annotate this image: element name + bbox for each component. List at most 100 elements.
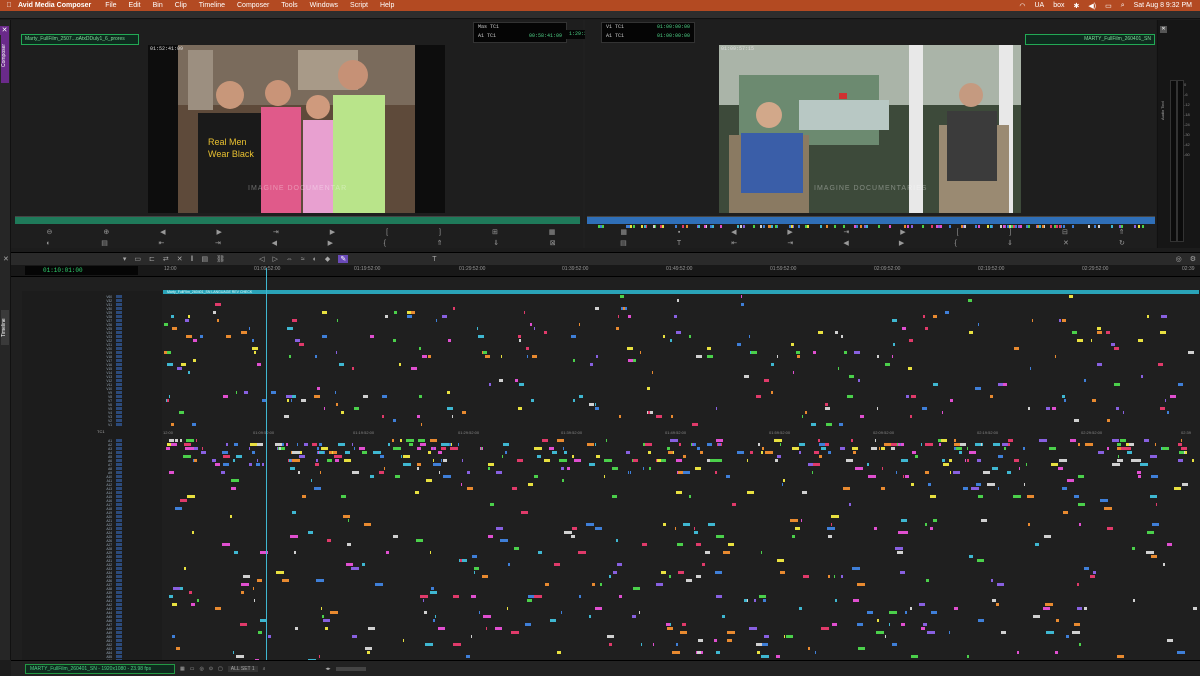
timeline-clip[interactable] bbox=[678, 571, 684, 574]
timeline-clip[interactable] bbox=[694, 527, 695, 530]
step-back-icon[interactable]: ◀ bbox=[160, 228, 165, 236]
timeline-clip[interactable] bbox=[895, 547, 903, 550]
timeline-clip[interactable] bbox=[375, 583, 383, 586]
timeline-clip[interactable] bbox=[431, 587, 434, 590]
monitor-icon[interactable]: ▭ bbox=[190, 666, 195, 672]
timeline-clip[interactable] bbox=[925, 523, 927, 526]
timeline-clip[interactable] bbox=[649, 467, 651, 470]
timeline-clip[interactable] bbox=[287, 327, 293, 330]
timeline-clip[interactable] bbox=[671, 415, 673, 418]
timeline-clip[interactable] bbox=[221, 471, 225, 474]
track-monitor-button[interactable] bbox=[116, 307, 122, 310]
timeline-clip[interactable] bbox=[311, 479, 312, 482]
timeline-clip[interactable] bbox=[525, 623, 531, 626]
timeline-clip[interactable] bbox=[677, 299, 679, 302]
timeline-clip[interactable] bbox=[339, 363, 344, 366]
timeline-clip[interactable] bbox=[407, 315, 412, 318]
source-video-frame[interactable]: Real Men Wear Black 01:52:41:09 IMAGINE … bbox=[148, 45, 445, 213]
timeline-clip[interactable] bbox=[802, 491, 807, 494]
timeline-clip[interactable] bbox=[663, 335, 665, 338]
timeline-clip[interactable] bbox=[507, 607, 508, 610]
track-monitor-button[interactable] bbox=[116, 467, 122, 470]
timeline-clip[interactable] bbox=[359, 447, 365, 450]
timeline-clip[interactable] bbox=[373, 451, 381, 454]
timeline-clip[interactable] bbox=[943, 463, 949, 466]
timeline-clip[interactable] bbox=[438, 627, 445, 630]
timeline-clip[interactable] bbox=[831, 523, 832, 526]
timeline-clip[interactable] bbox=[921, 627, 925, 630]
track-monitor-button[interactable] bbox=[116, 475, 122, 478]
track-monitor-button[interactable] bbox=[116, 583, 122, 586]
timeline-clip[interactable] bbox=[554, 563, 560, 566]
record-splice-icon[interactable]: ⇓ bbox=[1007, 239, 1013, 247]
timeline-clip[interactable] bbox=[231, 487, 236, 490]
select-right-icon[interactable]: ▷ bbox=[272, 255, 277, 263]
timeline-clip[interactable] bbox=[716, 439, 723, 442]
timeline-clip[interactable] bbox=[969, 331, 973, 334]
timeline-clip[interactable] bbox=[222, 543, 230, 546]
record-trash-icon[interactable]: ▤ bbox=[620, 239, 627, 247]
timeline-clip[interactable] bbox=[180, 499, 187, 502]
record-sequence-menu[interactable]: MARTY_FullFilm_260401_SN bbox=[1025, 34, 1155, 45]
segment-tool-icon[interactable]: ⇄ bbox=[163, 255, 169, 263]
timeline-clip[interactable] bbox=[186, 335, 192, 338]
timeline-clip[interactable] bbox=[722, 615, 725, 618]
timeline-clip[interactable] bbox=[795, 527, 800, 530]
timeline-clip[interactable] bbox=[466, 655, 470, 658]
timeline-clip[interactable] bbox=[1023, 447, 1025, 450]
timeline-clip[interactable] bbox=[1074, 623, 1080, 626]
timeline-clip[interactable] bbox=[628, 471, 629, 474]
record-extract-icon[interactable]: { bbox=[954, 240, 956, 247]
track-monitor-button[interactable] bbox=[116, 371, 122, 374]
timeline-clip[interactable] bbox=[618, 315, 619, 318]
timeline-clip[interactable] bbox=[1079, 643, 1081, 646]
timeline-clip[interactable] bbox=[482, 575, 488, 578]
timeline-clip[interactable] bbox=[550, 619, 556, 622]
timeline-clip[interactable] bbox=[969, 451, 976, 454]
timeline-clip[interactable] bbox=[252, 347, 258, 350]
playhead[interactable] bbox=[266, 268, 267, 661]
timeline-clip[interactable] bbox=[179, 411, 184, 414]
timeline-clip[interactable] bbox=[304, 443, 308, 446]
track-monitor-button[interactable] bbox=[116, 623, 122, 626]
timeline-clip[interactable] bbox=[616, 539, 618, 542]
timeline-clip[interactable] bbox=[177, 367, 182, 370]
zoom-slider[interactable] bbox=[335, 666, 366, 671]
timeline-clip[interactable] bbox=[1035, 543, 1039, 546]
timeline-clip[interactable] bbox=[905, 475, 909, 478]
timeline-clip[interactable] bbox=[600, 583, 602, 586]
timeline-clip[interactable] bbox=[167, 443, 171, 446]
timeline-clip[interactable] bbox=[418, 439, 425, 442]
timeline-clip[interactable] bbox=[1072, 331, 1077, 334]
timeline-clip[interactable] bbox=[452, 415, 453, 418]
timeline-clip[interactable] bbox=[727, 639, 732, 642]
timeline-clip[interactable] bbox=[698, 639, 703, 642]
timeline-clip[interactable] bbox=[254, 599, 255, 602]
box-app-icon[interactable]: box bbox=[1053, 2, 1064, 9]
timeline-clip[interactable] bbox=[967, 447, 968, 450]
track-monitor-button[interactable] bbox=[116, 423, 122, 426]
timeline-clip[interactable] bbox=[564, 451, 567, 454]
timeline-clip[interactable] bbox=[897, 551, 903, 554]
timeline-clip[interactable] bbox=[435, 615, 436, 618]
timeline-clip[interactable] bbox=[1167, 411, 1169, 414]
app-menu[interactable]: Avid Media Composer bbox=[18, 2, 91, 9]
timeline-clip[interactable] bbox=[343, 515, 350, 518]
timeline-clip[interactable] bbox=[181, 363, 186, 366]
timeline-clip[interactable] bbox=[169, 395, 170, 398]
timeline-clip[interactable] bbox=[428, 451, 431, 454]
timeline-clip[interactable] bbox=[479, 611, 480, 614]
timeline-clip[interactable] bbox=[811, 423, 816, 426]
timeline-clip[interactable] bbox=[1077, 607, 1082, 610]
timeline-clip[interactable] bbox=[606, 439, 607, 442]
timeline-clip[interactable] bbox=[1066, 635, 1069, 638]
timeline-clip[interactable] bbox=[619, 415, 621, 418]
timeline-clip[interactable] bbox=[421, 423, 422, 426]
timeline-clip[interactable] bbox=[1129, 443, 1134, 446]
timeline-clip[interactable] bbox=[672, 651, 680, 654]
timeline-clip[interactable] bbox=[757, 651, 760, 654]
zoom-arrows-icon[interactable]: ◂▸ bbox=[326, 666, 331, 672]
timeline-clip[interactable] bbox=[926, 579, 929, 582]
timeline-clip[interactable] bbox=[1063, 511, 1068, 514]
timeline-clip[interactable] bbox=[628, 359, 633, 362]
